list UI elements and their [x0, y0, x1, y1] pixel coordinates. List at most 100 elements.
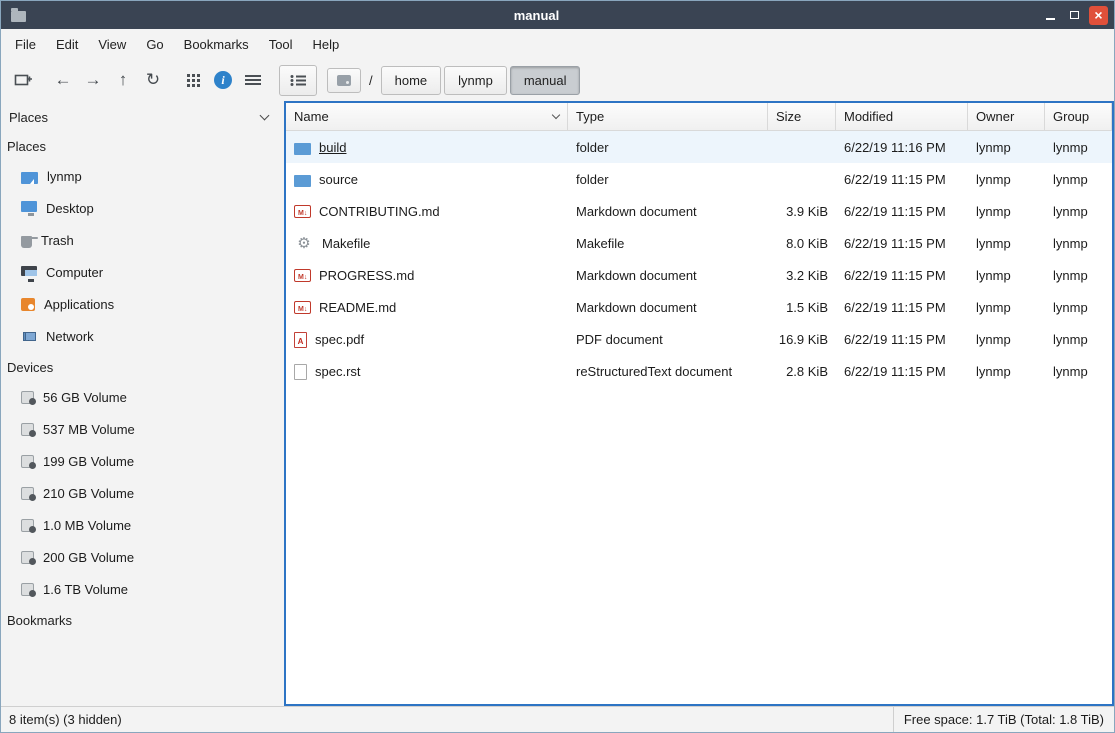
file-group: lynmp	[1045, 172, 1112, 187]
restore-icon	[1070, 11, 1079, 19]
file-owner: lynmp	[968, 268, 1045, 283]
sidebar-item-537-mb-volume[interactable]: 537 MB Volume	[1, 413, 284, 445]
file-type: Makefile	[568, 236, 768, 251]
file-row-spec-rst[interactable]: spec.rstreStructuredText document2.8 KiB…	[286, 355, 1112, 387]
file-name: build	[319, 140, 346, 155]
file-row-makefile[interactable]: MakefileMakefile8.0 KiB6/22/19 11:15 PMl…	[286, 227, 1112, 259]
path-segment-manual[interactable]: manual	[510, 66, 581, 95]
path-segment-home[interactable]: home	[381, 66, 442, 95]
file-row-readme-md[interactable]: README.mdMarkdown document1.5 KiB6/22/19…	[286, 291, 1112, 323]
file-owner: lynmp	[968, 204, 1045, 219]
folder-icon	[294, 175, 311, 187]
makefile-icon	[294, 234, 314, 252]
column-header-name[interactable]: Name	[286, 103, 568, 130]
markdown-icon	[294, 269, 311, 282]
titlebar: manual ×	[1, 1, 1114, 29]
menu-item-go[interactable]: Go	[136, 29, 173, 59]
column-header-label: Type	[576, 109, 604, 124]
sidebar-item-label: 210 GB Volume	[43, 486, 134, 501]
menu-item-file[interactable]: File	[5, 29, 46, 59]
file-group: lynmp	[1045, 364, 1112, 379]
sidebar-item-label: Applications	[44, 297, 114, 312]
sidebar-item-label: 56 GB Volume	[43, 390, 127, 405]
menubar: FileEditViewGoBookmarksToolHelp	[1, 29, 1114, 59]
sidebar-item-label: 1.0 MB Volume	[43, 518, 131, 533]
restore-button[interactable]	[1065, 6, 1084, 25]
statusbar: 8 item(s) (3 hidden) Free space: 1.7 TiB…	[1, 706, 1114, 732]
minimize-button[interactable]	[1041, 6, 1060, 25]
file-row-source[interactable]: sourcefolder6/22/19 11:15 PMlynmplynmp	[286, 163, 1112, 195]
file-row-contributing-md[interactable]: CONTRIBUTING.mdMarkdown document3.9 KiB6…	[286, 195, 1112, 227]
column-header-owner[interactable]: Owner	[968, 103, 1045, 130]
main-menu-button[interactable]	[239, 65, 267, 95]
sidebar-item-1-6-tb-volume[interactable]: 1.6 TB Volume	[1, 573, 284, 605]
sidebar-item-199-gb-volume[interactable]: 199 GB Volume	[1, 445, 284, 477]
file-name: README.md	[319, 300, 396, 315]
file-group: lynmp	[1045, 236, 1112, 251]
sidebar-item-computer[interactable]: Computer	[1, 256, 284, 288]
path-root-slash[interactable]: /	[364, 73, 378, 88]
path-segment-lynmp[interactable]: lynmp	[444, 66, 507, 95]
file-owner: lynmp	[968, 300, 1045, 315]
file-name-cell: Makefile	[286, 227, 568, 259]
sidebar-item-label: Computer	[46, 265, 103, 280]
minimize-icon	[1046, 18, 1055, 20]
file-group: lynmp	[1045, 204, 1112, 219]
volume-icon	[21, 487, 34, 500]
sidebar-item-56-gb-volume[interactable]: 56 GB Volume	[1, 381, 284, 413]
list-view-button[interactable]	[279, 65, 317, 96]
volume-icon	[21, 455, 34, 468]
sidebar-item-label: lynmp	[47, 169, 82, 184]
file-name: Makefile	[322, 236, 370, 251]
menu-item-edit[interactable]: Edit	[46, 29, 88, 59]
info-icon	[214, 71, 232, 89]
sidebar-item-210-gb-volume[interactable]: 210 GB Volume	[1, 477, 284, 509]
file-name: spec.pdf	[315, 332, 364, 347]
column-header-size[interactable]: Size	[768, 103, 836, 130]
sidebar-pane-selector[interactable]: Places	[1, 101, 284, 131]
column-header-type[interactable]: Type	[568, 103, 768, 130]
file-row-build[interactable]: buildfolder6/22/19 11:16 PMlynmplynmp	[286, 131, 1112, 163]
sidebar-item-applications[interactable]: Applications	[1, 288, 284, 320]
file-size: 1.5 KiB	[768, 300, 836, 315]
menu-item-view[interactable]: View	[88, 29, 136, 59]
file-name-cell: PROGRESS.md	[286, 259, 568, 291]
refresh-button[interactable]: ↻	[139, 65, 167, 95]
file-row-spec-pdf[interactable]: spec.pdfPDF document16.9 KiB6/22/19 11:1…	[286, 323, 1112, 355]
sidebar-item-200-gb-volume[interactable]: 200 GB Volume	[1, 541, 284, 573]
column-header-label: Modified	[844, 109, 893, 124]
path-root-button[interactable]	[327, 68, 361, 93]
toolbar: ← → ↑ ↻ / homelynmpmanual	[1, 59, 1114, 101]
sidebar-item-desktop[interactable]: Desktop	[1, 192, 284, 224]
sidebar-item-1-0-mb-volume[interactable]: 1.0 MB Volume	[1, 509, 284, 541]
volume-icon	[21, 583, 34, 596]
column-header-group[interactable]: Group	[1045, 103, 1112, 130]
back-button[interactable]: ←	[49, 65, 77, 95]
close-button[interactable]: ×	[1089, 6, 1108, 25]
file-pane: Name Type Size Modified OwnerGroup buildfold…	[284, 101, 1114, 706]
forward-button[interactable]: →	[79, 65, 107, 95]
drive-icon	[337, 75, 351, 86]
sidebar-item-network[interactable]: Network	[1, 320, 284, 352]
file-rows[interactable]: buildfolder6/22/19 11:16 PMlynmplynmpsou…	[286, 131, 1112, 704]
file-owner: lynmp	[968, 236, 1045, 251]
file-row-progress-md[interactable]: PROGRESS.mdMarkdown document3.2 KiB6/22/…	[286, 259, 1112, 291]
file-modified: 6/22/19 11:15 PM	[836, 332, 968, 347]
trash-icon	[21, 236, 32, 248]
file-name-cell: build	[286, 131, 568, 163]
window-controls: ×	[1041, 6, 1108, 25]
up-button[interactable]: ↑	[109, 65, 137, 95]
new-tab-button[interactable]	[9, 65, 37, 95]
menu-item-bookmarks[interactable]: Bookmarks	[174, 29, 259, 59]
sidebar-item-trash[interactable]: Trash	[1, 224, 284, 256]
menu-item-help[interactable]: Help	[303, 29, 350, 59]
file-owner: lynmp	[968, 172, 1045, 187]
file-type: Markdown document	[568, 204, 768, 219]
main-area: Places PlaceslynmpDesktopTrashComputerAp…	[1, 101, 1114, 706]
info-button[interactable]	[209, 65, 237, 95]
column-header-modified[interactable]: Modified	[836, 103, 968, 130]
menu-item-tool[interactable]: Tool	[259, 29, 303, 59]
icon-view-button[interactable]	[179, 65, 207, 95]
sidebar-item-lynmp[interactable]: lynmp	[1, 160, 284, 192]
sidebar-list: PlaceslynmpDesktopTrashComputerApplicati…	[1, 131, 284, 634]
